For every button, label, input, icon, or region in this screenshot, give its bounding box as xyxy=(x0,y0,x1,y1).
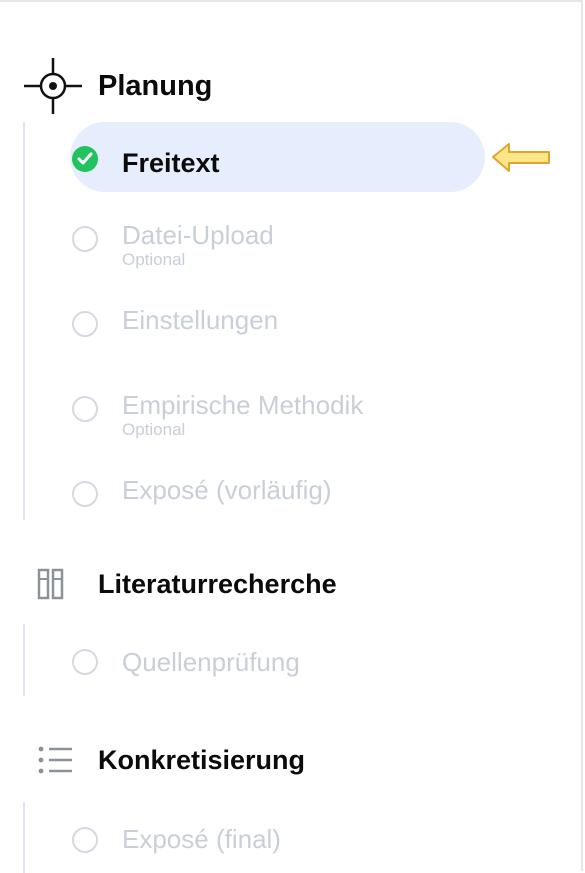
section-title: Literaturrecherche xyxy=(98,568,337,599)
step-circle-icon xyxy=(72,396,98,422)
section-title: Planung xyxy=(98,69,213,102)
step-freitext[interactable]: Freitext xyxy=(72,146,220,178)
step-optional-hint: Optional xyxy=(122,420,186,439)
step-rail xyxy=(23,802,25,873)
step-empirische-methodik[interactable]: Empirische Methodik Optional xyxy=(72,390,363,440)
step-label: Datei-Upload xyxy=(122,220,274,250)
section-header-literaturrecherche[interactable]: Literaturrecherche xyxy=(24,566,337,602)
book-columns-icon xyxy=(24,566,82,602)
step-quellenpruefung[interactable]: Quellenprüfung xyxy=(72,647,300,677)
crosshair-icon xyxy=(24,58,82,114)
section-header-planung[interactable]: Planung xyxy=(24,58,212,114)
step-expose-final[interactable]: Exposé (final) xyxy=(72,824,281,854)
step-label: Einstellungen xyxy=(122,305,279,335)
step-circle-icon xyxy=(72,827,98,853)
step-label: Exposé (final) xyxy=(122,824,281,854)
step-datei-upload[interactable]: Datei-Upload Optional xyxy=(72,220,274,270)
step-rail xyxy=(23,624,25,696)
step-circle-icon xyxy=(72,649,98,675)
step-rail xyxy=(23,122,25,520)
pointer-arrow-icon xyxy=(492,143,550,172)
section-title: Konkretisierung xyxy=(98,744,306,775)
step-label: Exposé (vorläufig) xyxy=(122,475,332,505)
check-circle-icon xyxy=(72,146,98,172)
step-label: Empirische Methodik xyxy=(122,390,364,420)
step-label: Quellenprüfung xyxy=(122,647,300,677)
stepper-panel: Planung Freitext Datei-Upload Optional E… xyxy=(0,0,583,873)
list-icon xyxy=(24,742,82,778)
step-circle-icon xyxy=(72,481,98,507)
step-expose-vorlaeufig[interactable]: Exposé (vorläufig) xyxy=(72,475,332,507)
step-circle-icon xyxy=(72,311,98,337)
step-circle-icon xyxy=(72,226,98,252)
step-label: Freitext xyxy=(122,148,220,178)
step-einstellungen[interactable]: Einstellungen xyxy=(72,305,278,337)
section-header-konkretisierung[interactable]: Konkretisierung xyxy=(24,742,305,778)
step-optional-hint: Optional xyxy=(122,250,186,269)
